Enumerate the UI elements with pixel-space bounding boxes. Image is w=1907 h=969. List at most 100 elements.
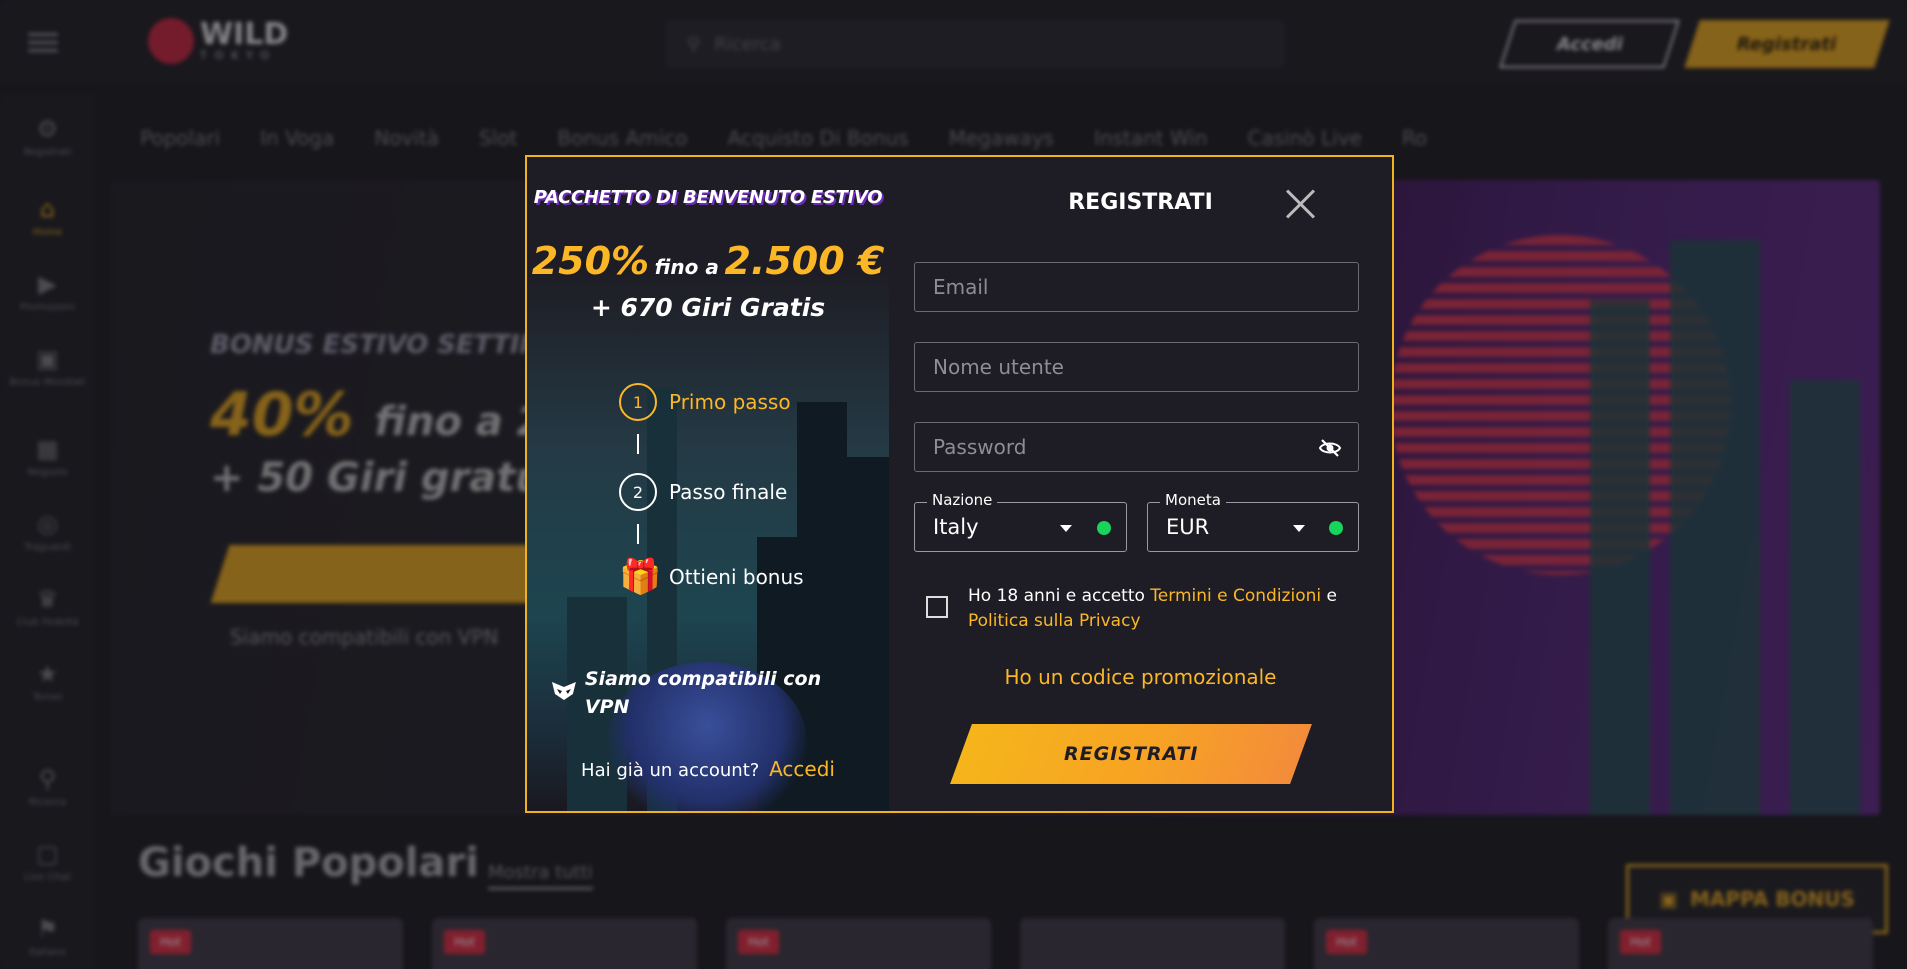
sidebar-item-home[interactable]: ⌂ Home <box>0 195 95 238</box>
terms-link[interactable]: Termini e Condizioni <box>1150 586 1321 606</box>
sidebar-item-club[interactable]: ♛ Club Fedeltà <box>0 585 95 628</box>
sidebar-item-traguardi[interactable]: ◎ Traguardi <box>0 510 95 553</box>
email-field[interactable]: Email <box>914 262 1359 312</box>
sidebar-item-label: Club Fedeltà <box>16 617 79 628</box>
valid-indicator <box>1329 521 1343 535</box>
step-first: 1 Primo passo <box>619 383 791 421</box>
hero-rest: fino a 2 <box>374 399 545 445</box>
country-value: Italy <box>933 515 979 539</box>
sidebar-item-tornei[interactable]: ★ Tornei <box>0 660 95 703</box>
step-final: 2 Passo finale <box>619 473 787 511</box>
login-button-label: Accedi <box>1556 33 1623 55</box>
game-card[interactable] <box>1020 918 1285 969</box>
game-card[interactable]: Hot <box>432 918 697 969</box>
logo-circle <box>148 18 194 64</box>
close-icon[interactable] <box>1284 187 1318 221</box>
terms-mid: e <box>1326 586 1337 606</box>
sidebar-item-label: Registrati <box>23 147 72 158</box>
trophy-icon: ◎ <box>37 510 58 538</box>
sidebar-item-negozio[interactable]: ▦ Negozio <box>0 435 95 478</box>
submit-register-button[interactable]: REGISTRATI <box>950 724 1312 784</box>
sidebar-item-ricerca[interactable]: ⚲ Ricerca <box>0 765 95 808</box>
search-icon: ⚲ <box>38 765 57 793</box>
popular-title: Giochi Popolari <box>138 840 479 886</box>
have-account-text: Hai già un account? <box>581 760 760 781</box>
sidebar-item-label: Bonus Mondiali <box>9 377 86 388</box>
logo[interactable]: WILD TOKYO <box>148 18 288 64</box>
category-tab[interactable]: Popolari <box>140 126 220 150</box>
game-card[interactable]: Hot <box>726 918 991 969</box>
country-select[interactable]: Nazione Italy <box>914 491 1127 552</box>
category-tab[interactable]: Acquisto Di Bonus <box>727 126 908 150</box>
category-tab[interactable]: Ro <box>1402 126 1427 150</box>
caret-down-icon <box>1293 525 1305 532</box>
category-tab[interactable]: In Voga <box>260 126 334 150</box>
category-label: Slot <box>479 126 518 150</box>
sidebar-item-chat[interactable]: ▢ Live Chat <box>0 840 95 883</box>
category-tab[interactable]: Novità <box>374 126 439 150</box>
register-button[interactable]: Registrati <box>1684 20 1890 68</box>
vpn-text: Siamo compatibili con VPN <box>584 668 822 718</box>
category-label: In Voga <box>260 126 335 150</box>
step-number: 2 <box>619 473 657 511</box>
category-label: Ro <box>1401 126 1428 150</box>
category-tab[interactable]: Bonus Amico <box>557 126 687 150</box>
promo-title: PACCHETTO DI BENVENUTO ESTIVO <box>533 187 883 208</box>
password-field[interactable]: Password <box>914 422 1359 472</box>
promo-spins: + 670 Giri Gratis <box>590 293 826 322</box>
tower-graphic <box>1670 240 1760 815</box>
hero-bonus: 40% fino a 2 <box>210 380 545 450</box>
category-tab[interactable]: Instant Win <box>1094 126 1208 150</box>
category-bar: Popolari In Voga Novità Slot Bonus Amico… <box>140 118 1900 158</box>
tower-graphic <box>1590 300 1650 815</box>
sidebar-item-label: Ricerca <box>29 797 66 808</box>
category-tab[interactable]: Megaways <box>949 126 1054 150</box>
sidebar-item-label: Home <box>32 227 63 238</box>
game-card[interactable]: Hot <box>1314 918 1579 969</box>
login-button[interactable]: Accedi <box>1499 20 1680 68</box>
bonus-map-label: MAPPA BONUS <box>1689 887 1855 911</box>
sidebar-item-promozioni[interactable]: ▶ Promozioni <box>0 270 95 313</box>
megaphone-icon: ▶ <box>38 270 57 298</box>
step-connector <box>637 434 639 454</box>
sidebar-item-label: Tornei <box>32 692 63 703</box>
show-all-link[interactable]: Mostra tutti <box>488 862 593 890</box>
sidebar-item-bonus[interactable]: ▣ Bonus Mondiali <box>0 345 95 388</box>
sidebar-item-label: Live Chat <box>24 872 71 883</box>
hot-badge: Hot <box>1620 930 1662 954</box>
bonus-amount: 2.500 € <box>724 239 885 283</box>
currency-value: EUR <box>1166 515 1210 539</box>
category-label: Bonus Amico <box>557 126 688 150</box>
privacy-link[interactable]: Politica sulla Privacy <box>968 611 1141 631</box>
username-field[interactable]: Nome utente <box>914 342 1359 392</box>
hot-badge: Hot <box>1326 930 1368 954</box>
vpn-note: Siamo compatibili con VPN <box>551 665 871 721</box>
hot-badge: Hot <box>444 930 486 954</box>
terms-checkbox[interactable] <box>926 596 948 618</box>
login-link[interactable]: Accedi <box>769 757 835 781</box>
sidebar-item-registrati[interactable]: ⚙ Registrati <box>0 115 95 158</box>
shop-icon: ▦ <box>36 435 59 463</box>
sidebar-item-label: Traguardi <box>24 542 71 553</box>
caret-down-icon <box>1060 525 1072 532</box>
game-card[interactable]: Hot <box>138 918 403 969</box>
game-card[interactable]: Hot <box>1608 918 1873 969</box>
category-tab[interactable]: Casinò Live <box>1248 126 1362 150</box>
promo-code-link[interactable]: Ho un codice promozionale <box>889 665 1392 689</box>
hot-badge: Hot <box>150 930 192 954</box>
sidebar-item-label: Italiano <box>28 947 67 958</box>
category-label: Casinò Live <box>1247 126 1362 150</box>
category-tab[interactable]: Slot <box>479 126 517 150</box>
register-button-label: Registrati <box>1737 33 1837 55</box>
cup-icon: ★ <box>36 660 59 688</box>
eye-off-icon[interactable] <box>1318 436 1342 460</box>
hot-badge: Hot <box>738 930 780 954</box>
sidebar-item-lingua[interactable]: ⚑ Italiano <box>0 915 95 958</box>
search-input[interactable]: ⚲ Ricerca <box>665 20 1285 68</box>
sidebar: ⚙ Registrati ⌂ Home ▶ Promozioni ▣ Bonus Mon… <box>0 95 95 969</box>
step-connector <box>637 524 639 544</box>
step-label: Passo finale <box>669 480 788 504</box>
have-account: Hai già un account? Accedi <box>527 757 889 781</box>
menu-icon[interactable] <box>28 33 58 53</box>
currency-select[interactable]: Moneta EUR <box>1147 491 1359 552</box>
